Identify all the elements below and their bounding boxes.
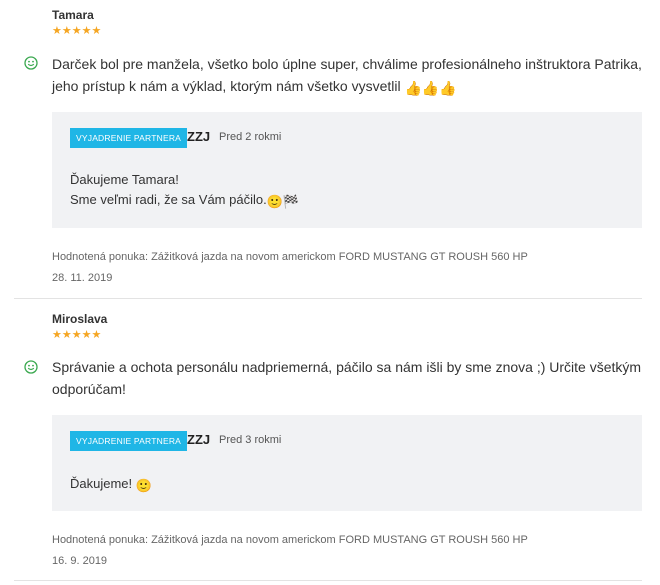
thumbs-up-icon: 👍👍👍 [404, 80, 457, 96]
review-text: Správanie a ochota personálu nadpriemern… [52, 359, 642, 397]
rated-offer: Hodnotená ponuka: Zážitková jazda na nov… [52, 251, 528, 263]
reply-text: Ďakujeme! 🙂 [70, 474, 152, 496]
partner-name: ZZJ [187, 129, 211, 144]
smile-icon [24, 360, 38, 374]
reply-text: Ďakujeme Tamara! Sme veľmi radi, že sa V… [70, 170, 299, 212]
reply-time: Pred 2 rokmi [219, 131, 282, 143]
smile-icon: 🙂 [135, 478, 152, 493]
partner-badge: VYJADRENIE PARTNERA [70, 431, 188, 451]
partner-name: ZZJ [187, 432, 211, 447]
smile-icon [24, 56, 38, 70]
review-text: Darček bol pre manžela, všetko bolo úpln… [52, 53, 642, 99]
review-author: Tamara [52, 8, 94, 22]
rated-offer: Hodnotená ponuka: Zážitková jazda na nov… [52, 534, 528, 546]
smile-flag-icon: 🙂🏁 [266, 194, 300, 209]
rating-stars: ★★★★★ [52, 25, 102, 37]
review-date: 28. 11. 2019 [52, 272, 113, 284]
partner-badge: VYJADRENIE PARTNERA [70, 128, 188, 148]
review-divider [14, 298, 642, 299]
partner-reply: VYJADRENIE PARTNERA ZZJ Pred 2 rokmi Ďak… [52, 112, 642, 228]
reply-time: Pred 3 rokmi [219, 434, 282, 446]
review-divider [14, 580, 642, 581]
review-date: 16. 9. 2019 [52, 555, 108, 567]
rating-stars: ★★★★★ [52, 329, 102, 341]
partner-reply: VYJADRENIE PARTNERA ZZJ Pred 3 rokmi Ďak… [52, 415, 642, 511]
review-author: Miroslava [52, 312, 108, 326]
